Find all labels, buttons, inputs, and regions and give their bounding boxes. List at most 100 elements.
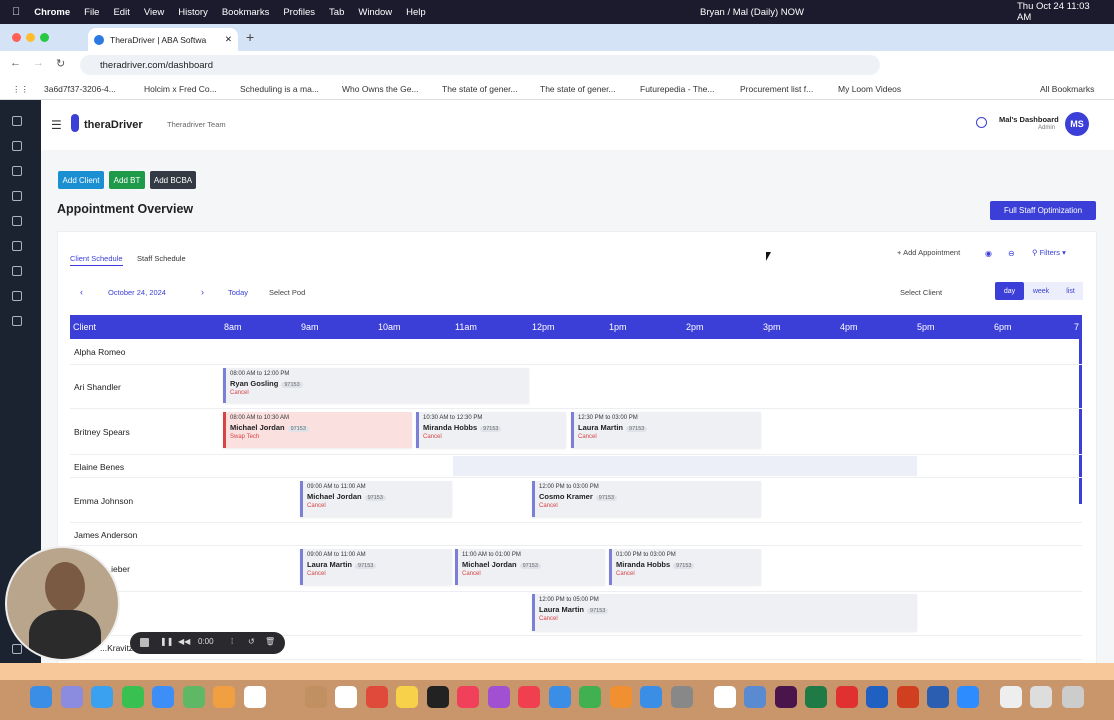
postgres-icon[interactable] <box>744 686 766 708</box>
bookmark-item[interactable]: The state of gener... <box>442 84 518 94</box>
appointment-card[interactable]: 08:00 AM to 10:30 AM Michael Jordan 97153 S… <box>223 412 412 448</box>
add-appointment-link[interactable]: + Add Appointment <box>897 248 960 257</box>
safari-icon[interactable] <box>91 686 113 708</box>
downloads-folder-icon[interactable] <box>1030 686 1052 708</box>
home-icon[interactable] <box>12 116 22 126</box>
bookmark-item[interactable]: Holcim x Fred Co... <box>144 84 217 94</box>
finder-icon[interactable] <box>30 686 52 708</box>
client-name[interactable]: Alpha Romeo <box>74 347 126 357</box>
reload-icon[interactable]: ↻ <box>56 57 65 70</box>
browser-tab[interactable]: TheraDriver | ABA Softwa ✕ <box>88 28 238 51</box>
calendar-app-icon[interactable] <box>244 686 266 708</box>
music-icon[interactable] <box>457 686 479 708</box>
appointment-card[interactable]: 08:00 AM to 12:00 PM Ryan Gosling 97153 Can… <box>223 368 529 403</box>
mail-icon[interactable] <box>152 686 174 708</box>
cancel-link[interactable]: Cancel <box>462 571 601 577</box>
powerpoint-icon[interactable] <box>897 686 919 708</box>
bookmark-item[interactable]: Futurepedia - The... <box>640 84 715 94</box>
chrome-icon[interactable] <box>366 686 388 708</box>
bookmark-item[interactable]: Scheduling is a ma... <box>240 84 319 94</box>
avatar[interactable]: MS <box>1065 112 1089 136</box>
menu-help[interactable]: Help <box>406 7 426 18</box>
tag-icon[interactable] <box>12 291 22 301</box>
activity-icon[interactable] <box>12 216 22 226</box>
contacts-icon[interactable] <box>305 686 327 708</box>
settings-sliders-icon[interactable]: ⊖ <box>1008 249 1015 258</box>
today-button[interactable]: Today <box>228 288 248 297</box>
apps-grid-icon[interactable]: ⋮⋮ <box>12 84 29 95</box>
numbers-icon[interactable] <box>579 686 601 708</box>
apple-menu-icon[interactable]:  <box>12 6 20 18</box>
filters-button[interactable]: ⚲ Filters ▾ <box>1032 248 1066 257</box>
bookmark-item[interactable]: 3a6d7f37-3206-4... <box>44 84 116 94</box>
menu-bookmarks[interactable]: Bookmarks <box>222 7 270 18</box>
photos-icon[interactable] <box>213 686 235 708</box>
chart-icon[interactable] <box>12 191 22 201</box>
bookmark-item[interactable]: The state of gener... <box>540 84 616 94</box>
menu-chrome[interactable]: Chrome <box>34 7 70 18</box>
all-bookmarks[interactable]: All Bookmarks <box>1040 84 1094 94</box>
pdf-icon[interactable] <box>836 686 858 708</box>
view-day-button[interactable]: day <box>995 282 1024 300</box>
messages-icon[interactable] <box>122 686 144 708</box>
word-icon[interactable] <box>927 686 949 708</box>
minimize-window-icon[interactable] <box>26 33 35 42</box>
menu-file[interactable]: File <box>84 7 99 18</box>
calendar-icon[interactable] <box>12 141 22 151</box>
webcam-bubble[interactable] <box>5 546 120 661</box>
trash-bin-icon[interactable] <box>1062 686 1084 708</box>
client-select[interactable]: Select Client <box>900 288 942 297</box>
full-staff-optimization-button[interactable]: Full Staff Optimization <box>990 201 1096 220</box>
user-filter-icon[interactable]: ◉ <box>985 249 992 258</box>
settings-icon[interactable] <box>12 644 22 654</box>
briefcase-icon[interactable] <box>12 266 22 276</box>
bookmark-item[interactable]: Who Owns the Ge... <box>342 84 419 94</box>
app-store-icon[interactable] <box>640 686 662 708</box>
client-name[interactable]: Ari Shandler <box>74 382 121 392</box>
bookmark-item[interactable]: My Loom Videos <box>838 84 901 94</box>
maps-icon[interactable] <box>183 686 205 708</box>
appointment-card[interactable]: 12:00 PM to 03:00 PM Cosmo Kramer 97153 Can… <box>532 481 761 517</box>
restart-icon[interactable]: ↺ <box>248 637 255 646</box>
menu-profiles[interactable]: Profiles <box>283 7 315 18</box>
appointment-card[interactable]: 09:00 AM to 11:00 AM Michael Jordan 97153 C… <box>300 481 452 517</box>
close-tab-icon[interactable]: ✕ <box>225 34 232 45</box>
trash-icon[interactable]: 🗑 <box>265 637 275 646</box>
stop-icon[interactable] <box>140 638 149 647</box>
menu-history[interactable]: History <box>178 7 208 18</box>
keynote-icon[interactable] <box>549 686 571 708</box>
users-icon[interactable] <box>12 166 22 176</box>
bars-icon[interactable] <box>12 241 22 251</box>
cancel-link[interactable]: Cancel <box>578 434 757 440</box>
hamburger-icon[interactable]: ☰ <box>51 118 62 132</box>
reminders-icon[interactable] <box>335 686 357 708</box>
client-name[interactable]: Elaine Benes <box>74 462 124 472</box>
client-name[interactable]: James Anderson <box>74 530 137 540</box>
appointment-card[interactable]: 01:00 PM to 03:00 PM Miranda Hobbs 97153 Ca… <box>609 549 761 585</box>
date-picker[interactable]: October 24, 2024 <box>108 288 166 297</box>
menu-tab[interactable]: Tab <box>329 7 344 18</box>
add-bt-button[interactable]: Add BT <box>109 171 145 189</box>
system-settings-icon[interactable] <box>671 686 693 708</box>
meeting-status[interactable]: Bryan / Mal (Daily) NOW <box>700 7 804 18</box>
clock[interactable]: Thu Oct 24 11:03 AM <box>1017 1 1100 23</box>
cancel-link[interactable]: Cancel <box>230 390 525 396</box>
tab-staff-schedule[interactable]: Staff Schedule <box>137 254 186 263</box>
cancel-link[interactable]: Cancel <box>423 434 562 440</box>
appointment-card[interactable]: 10:30 AM to 12:30 PM Miranda Hobbs 97153 Ca… <box>416 412 566 448</box>
lx-app-icon[interactable] <box>714 686 736 708</box>
menu-edit[interactable]: Edit <box>113 7 129 18</box>
menu-window[interactable]: Window <box>358 7 392 18</box>
document-icon[interactable] <box>12 316 22 326</box>
pod-select[interactable]: Select Pod <box>269 288 305 297</box>
swap-tech-link[interactable]: Swap Tech <box>230 434 408 440</box>
add-client-button[interactable]: Add Client <box>58 171 104 189</box>
team-selector[interactable]: Theradriver Team <box>167 120 226 129</box>
rewind-icon[interactable]: ◀◀ <box>178 637 190 646</box>
menu-view[interactable]: View <box>144 7 164 18</box>
excel-icon[interactable] <box>805 686 827 708</box>
appointment-card[interactable]: 12:00 PM to 05:00 PM Laura Martin 97153 Can… <box>532 594 917 631</box>
chat-icon[interactable] <box>976 117 987 128</box>
client-name[interactable]: ...Kravitz <box>100 643 133 653</box>
grid-icon[interactable]: ⁞ <box>231 637 233 646</box>
